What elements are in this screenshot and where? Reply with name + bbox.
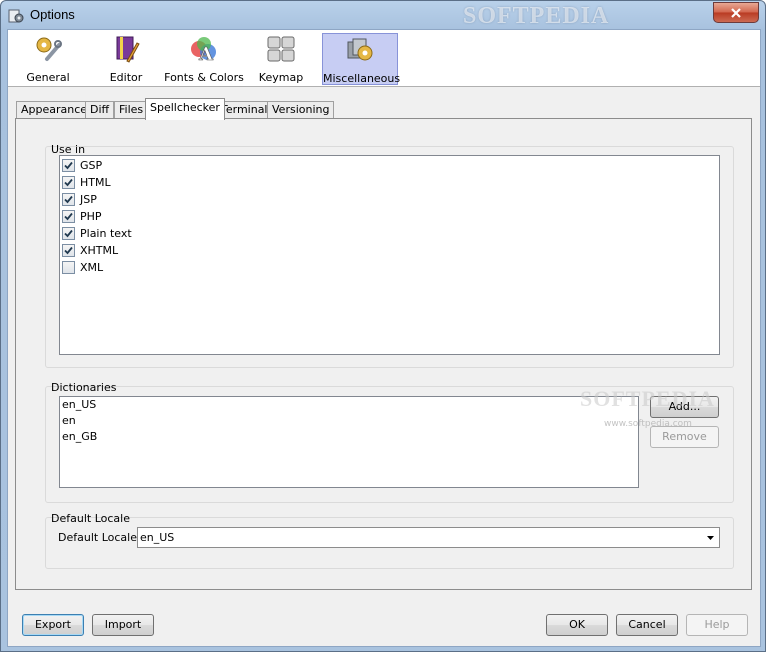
checkbox[interactable] [62, 209, 75, 223]
checkmark-icon [64, 246, 73, 254]
use-in-section: Use in GSP HTML JSP PHP Plain text XHTML… [45, 143, 734, 368]
options-window: Options SOFTPEDIA General Editor A Fonts… [0, 0, 766, 652]
checkmark-icon [64, 195, 73, 203]
checkbox[interactable] [62, 226, 75, 240]
use-in-list[interactable]: GSP HTML JSP PHP Plain text XHTML XML [59, 155, 720, 355]
close-icon [731, 7, 741, 18]
default-locale-section-label: Default Locale [51, 512, 130, 525]
default-locale-field-label: Default Locale: [58, 531, 141, 544]
use-in-item-plain-text[interactable]: Plain text [62, 225, 132, 241]
checkmark-icon [64, 229, 73, 237]
use-in-item-html[interactable]: HTML [62, 174, 111, 190]
close-button[interactable] [713, 2, 759, 23]
wrench-gear-icon [36, 37, 62, 61]
category-miscellaneous-label: Miscellaneous [323, 72, 401, 85]
use-in-item-label: XML [80, 260, 104, 274]
ok-button[interactable]: OK [546, 614, 608, 636]
use-in-item-gsp[interactable]: GSP [62, 157, 102, 173]
category-general-label: General [26, 71, 70, 84]
use-in-item-jsp[interactable]: JSP [62, 191, 97, 207]
use-in-item-label: GSP [80, 158, 103, 172]
use-in-item-label: XHTML [80, 243, 119, 257]
use-in-item-label: JSP [80, 192, 97, 206]
misc-gear-icon [347, 38, 373, 61]
cancel-button[interactable]: Cancel [616, 614, 678, 636]
softpedia-watermark: SOFTPEDIA [580, 386, 715, 411]
remove-dictionary-button[interactable]: Remove [650, 426, 719, 448]
category-miscellaneous[interactable]: Miscellaneous [322, 33, 401, 85]
window-title: Options [30, 7, 75, 22]
use-in-item-label: PHP [80, 209, 102, 223]
use-in-item-xml[interactable]: XML [62, 259, 103, 275]
dictionaries-list[interactable]: en_US en en_GB [59, 396, 639, 488]
tab-files[interactable]: Files [114, 101, 149, 119]
category-keymap-label: Keymap [258, 71, 304, 84]
use-in-item-xhtml[interactable]: XHTML [62, 242, 118, 258]
tab-spellchecker[interactable]: Spellchecker [145, 98, 225, 120]
dictionary-item[interactable]: en_GB [62, 429, 97, 445]
default-locale-select[interactable]: en_US [137, 527, 720, 548]
checkbox[interactable] [62, 260, 75, 274]
softpedia-watermark-title: SOFTPEDIA [463, 3, 610, 29]
checkbox[interactable] [62, 192, 75, 206]
tab-appearance[interactable]: Appearance [16, 101, 93, 119]
softpedia-watermark-url: www.softpedia.com [604, 419, 692, 429]
tab-versioning[interactable]: Versioning [267, 101, 335, 119]
checkbox[interactable] [62, 158, 75, 172]
checkbox[interactable] [62, 243, 75, 257]
title-bar[interactable]: Options SOFTPEDIA [1, 1, 765, 29]
use-in-item-label: Plain text [80, 226, 132, 240]
book-pencil-icon [116, 36, 140, 63]
checkbox[interactable] [62, 175, 75, 189]
use-in-item-php[interactable]: PHP [62, 208, 102, 224]
default-locale-value: en_US [140, 531, 175, 544]
default-locale-section: Default Locale Default Locale: en_US [45, 512, 734, 569]
category-fonts-colors-label: Fonts & Colors [164, 71, 244, 84]
chevron-down-icon [707, 536, 714, 540]
dialog-client: General Editor A Fonts & Colors Keymap M… [7, 29, 761, 647]
category-editor[interactable]: Editor [92, 33, 160, 84]
dictionary-item[interactable]: en_US [62, 397, 96, 413]
use-in-item-label: HTML [80, 175, 111, 189]
category-general[interactable]: General [14, 33, 82, 84]
dictionary-item[interactable]: en [62, 413, 76, 429]
keyboard-keys-icon [267, 36, 295, 62]
dictionaries-label: Dictionaries [51, 381, 117, 394]
import-button[interactable]: Import [92, 614, 154, 636]
spellchecker-panel: Use in GSP HTML JSP PHP Plain text XHTML… [15, 118, 752, 590]
checkmark-icon [64, 161, 73, 169]
checkmark-icon [64, 212, 73, 220]
category-fonts-colors[interactable]: A Fonts & Colors [164, 33, 244, 84]
tab-diff[interactable]: Diff [85, 101, 115, 119]
category-toolbar: General Editor A Fonts & Colors Keymap M… [8, 30, 760, 87]
app-icon [8, 9, 24, 23]
svg-text:A: A [198, 44, 214, 63]
category-keymap[interactable]: Keymap [248, 33, 314, 84]
checkmark-icon [64, 178, 73, 186]
font-palette-icon: A [191, 37, 216, 63]
category-editor-label: Editor [109, 71, 143, 84]
export-button[interactable]: Export [22, 614, 84, 636]
help-button[interactable]: Help [686, 614, 748, 636]
